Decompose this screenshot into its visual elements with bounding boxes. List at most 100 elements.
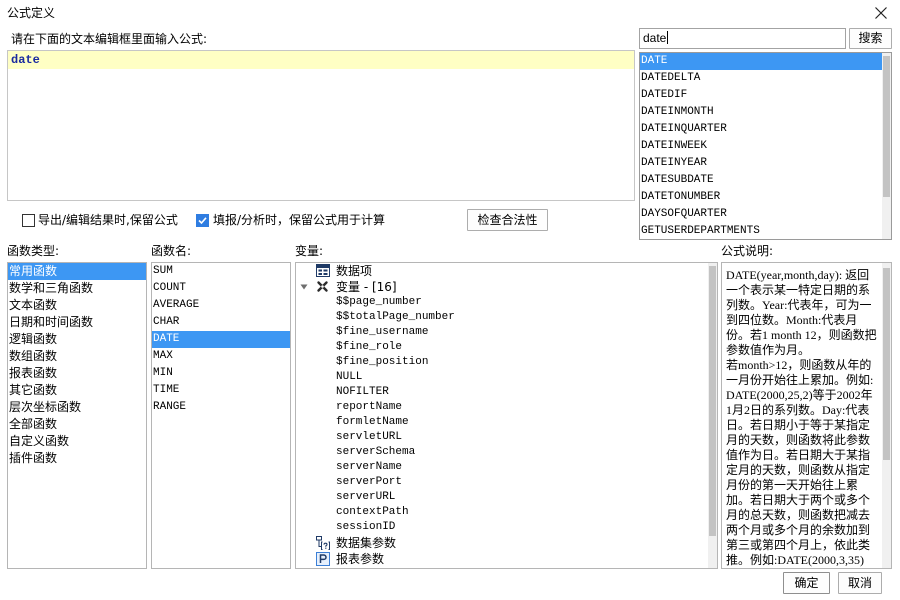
variable-item[interactable]: formletName — [296, 415, 708, 430]
tree-node-variable[interactable]: 变量 - [16] — [296, 279, 708, 295]
variable-item[interactable]: $$totalPage_number — [296, 310, 708, 325]
tree-node-label: 报表参数 — [336, 552, 385, 566]
variables-tree[interactable]: 数据项变量 - [16] $$page_number $$totalPage_num… — [296, 263, 708, 567]
title-bar[interactable]: 公式定义 — [0, 0, 900, 27]
function-name-item[interactable]: AVERAGE — [152, 297, 290, 314]
formula-editor[interactable]: date — [7, 50, 635, 201]
variable-item[interactable]: reportName — [296, 400, 708, 415]
report-parameter-icon — [316, 552, 330, 566]
close-icon[interactable] — [874, 6, 888, 20]
dataset-parameter-icon — [316, 536, 330, 550]
function-name-item[interactable]: MAX — [152, 348, 290, 365]
suggestion-dropdown[interactable]: DATE DATEDELTA DATEDIF DATEINMONTH DATEINQUA… — [639, 52, 892, 240]
function-name-item[interactable]: TIME — [152, 382, 290, 399]
editor-prompt: 请在下面的文本编辑框里面输入公式: — [11, 32, 208, 46]
text-caret — [667, 31, 669, 44]
function-type-item[interactable]: 报表函数 — [8, 365, 146, 382]
description-paragraph: DATE(year,month,day): 返回一个表示某一特定日期的系列数。Y… — [726, 268, 877, 357]
function-types-label: 函数类型: — [7, 244, 60, 258]
description-text: DATE(year,month,day): 返回一个表示某一特定日期的系列数。Y… — [726, 268, 878, 568]
function-name-item[interactable]: CHAR — [152, 314, 290, 331]
function-type-item[interactable]: 其它函数 — [8, 382, 146, 399]
check-validity-button[interactable]: 检查合法性 — [467, 209, 548, 231]
tree-node-data-item[interactable]: 数据项 — [296, 263, 708, 279]
variables-scrollbar[interactable] — [708, 263, 717, 568]
variable-item[interactable]: NULL — [296, 370, 708, 385]
suggestion-item[interactable]: DATEDIF — [640, 87, 882, 104]
variable-item[interactable]: $fine_username — [296, 325, 708, 340]
description-scrollbar[interactable] — [882, 263, 891, 568]
suggestion-scrollbar[interactable] — [882, 53, 891, 239]
suggestion-item[interactable]: DATEINQUARTER — [640, 121, 882, 138]
function-name-item[interactable]: DATE — [152, 331, 290, 348]
scrollbar-thumb[interactable] — [883, 56, 890, 197]
function-types-panel[interactable]: 常用函数 数学和三角函数 文本函数 日期和时间函数 逻辑函数 数组函数 报表函数 其它函数 层次… — [7, 262, 147, 569]
variable-item[interactable]: $fine_role — [296, 340, 708, 355]
suggestion-item[interactable]: DATESUBDATE — [640, 172, 882, 189]
ok-button[interactable]: 确定 — [783, 572, 830, 594]
variable-item[interactable]: $$page_number — [296, 295, 708, 310]
function-type-item[interactable]: 自定义函数 — [8, 433, 146, 450]
function-names-label: 函数名: — [151, 244, 192, 258]
suggestion-item[interactable]: DATEDELTA — [640, 70, 882, 87]
variable-icon — [316, 280, 330, 294]
description-paragraph: 若month>12，则函数从年的一月份开始往上累加。例如:DATE(2000,2… — [726, 358, 874, 567]
suggestion-item[interactable]: DATEINWEEK — [640, 138, 882, 155]
keep-formula-on-export-checkbox[interactable] — [22, 214, 35, 227]
suggestion-item[interactable]: DATEINMONTH — [640, 104, 882, 121]
function-name-item[interactable]: RANGE — [152, 399, 290, 416]
variables-panel[interactable]: 数据项变量 - [16] $$page_number $$totalPage_num… — [295, 262, 718, 569]
keep-formula-on-fill-checkbox[interactable] — [196, 214, 209, 227]
scrollbar-thumb[interactable] — [709, 266, 716, 536]
search-button[interactable]: 搜索 — [849, 28, 892, 49]
variable-item[interactable]: servletURL — [296, 430, 708, 445]
function-type-item[interactable]: 逻辑函数 — [8, 331, 146, 348]
suggestion-item[interactable]: DAYSOFQUARTER — [640, 206, 882, 223]
keep-formula-on-export-option[interactable]: 导出/编辑结果时,保留公式 — [22, 213, 187, 228]
keep-formula-on-fill-option[interactable]: 填报/分析时，保留公式用于计算 — [196, 213, 391, 228]
search-input[interactable]: date — [639, 28, 846, 49]
function-type-item[interactable]: 数组函数 — [8, 348, 146, 365]
function-names-panel[interactable]: SUM COUNT AVERAGE CHAR DATE MAX MIN TIME RANGE — [151, 262, 291, 569]
tree-node-label: 数据集参数 — [336, 536, 397, 550]
function-type-item[interactable]: 插件函数 — [8, 450, 146, 467]
variable-item[interactable]: serverPort — [296, 475, 708, 490]
function-type-item[interactable]: 文本函数 — [8, 297, 146, 314]
function-type-item[interactable]: 层次坐标函数 — [8, 399, 146, 416]
suggestion-item[interactable]: DATEINYEAR — [640, 155, 882, 172]
tree-node-label: 变量 - [16] — [336, 280, 397, 294]
search-input-value: date — [643, 31, 667, 45]
cancel-button[interactable]: 取消 — [838, 572, 882, 594]
scrollbar-thumb[interactable] — [883, 268, 890, 460]
keep-formula-on-fill-label: 填报/分析时，保留公式用于计算 — [213, 213, 386, 227]
tree-node-report-parameter[interactable]: 报表参数 — [296, 551, 708, 567]
function-names-list[interactable]: SUM COUNT AVERAGE CHAR DATE MAX MIN TIME RANGE — [152, 263, 290, 416]
variable-item[interactable]: sessionID — [296, 520, 708, 535]
suggestion-list[interactable]: DATE DATEDELTA DATEDIF DATEINMONTH DATEINQUA… — [640, 53, 882, 239]
suggestion-item[interactable]: DATE — [640, 53, 882, 70]
formula-line: date — [8, 51, 634, 69]
function-type-item[interactable]: 数学和三角函数 — [8, 280, 146, 297]
variable-item[interactable]: serverSchema — [296, 445, 708, 460]
variable-item[interactable]: serverURL — [296, 490, 708, 505]
function-types-list[interactable]: 常用函数 数学和三角函数 文本函数 日期和时间函数 逻辑函数 数组函数 报表函数 其它函数 层次… — [8, 263, 146, 467]
suggestion-item[interactable]: GETUSERDEPARTMENTS — [640, 223, 882, 239]
function-type-item[interactable]: 全部函数 — [8, 416, 146, 433]
data-item-icon — [316, 264, 330, 278]
function-name-item[interactable]: MIN — [152, 365, 290, 382]
chevron-down-icon[interactable] — [300, 284, 308, 290]
tree-node-label: 数据项 — [336, 264, 373, 278]
window-title: 公式定义 — [7, 6, 56, 20]
suggestion-item[interactable]: DATETONUMBER — [640, 189, 882, 206]
function-type-item[interactable]: 日期和时间函数 — [8, 314, 146, 331]
variable-item[interactable]: $fine_position — [296, 355, 708, 370]
tree-node-dataset-parameter[interactable]: 数据集参数 — [296, 535, 708, 551]
function-type-item[interactable]: 常用函数 — [8, 263, 146, 280]
function-name-item[interactable]: SUM — [152, 263, 290, 280]
variables-label: 变量: — [295, 244, 324, 258]
variable-item[interactable]: serverName — [296, 460, 708, 475]
function-name-item[interactable]: COUNT — [152, 280, 290, 297]
description-panel[interactable]: DATE(year,month,day): 返回一个表示某一特定日期的系列数。Y… — [721, 262, 892, 569]
variable-item[interactable]: NOFILTER — [296, 385, 708, 400]
variable-item[interactable]: contextPath — [296, 505, 708, 520]
